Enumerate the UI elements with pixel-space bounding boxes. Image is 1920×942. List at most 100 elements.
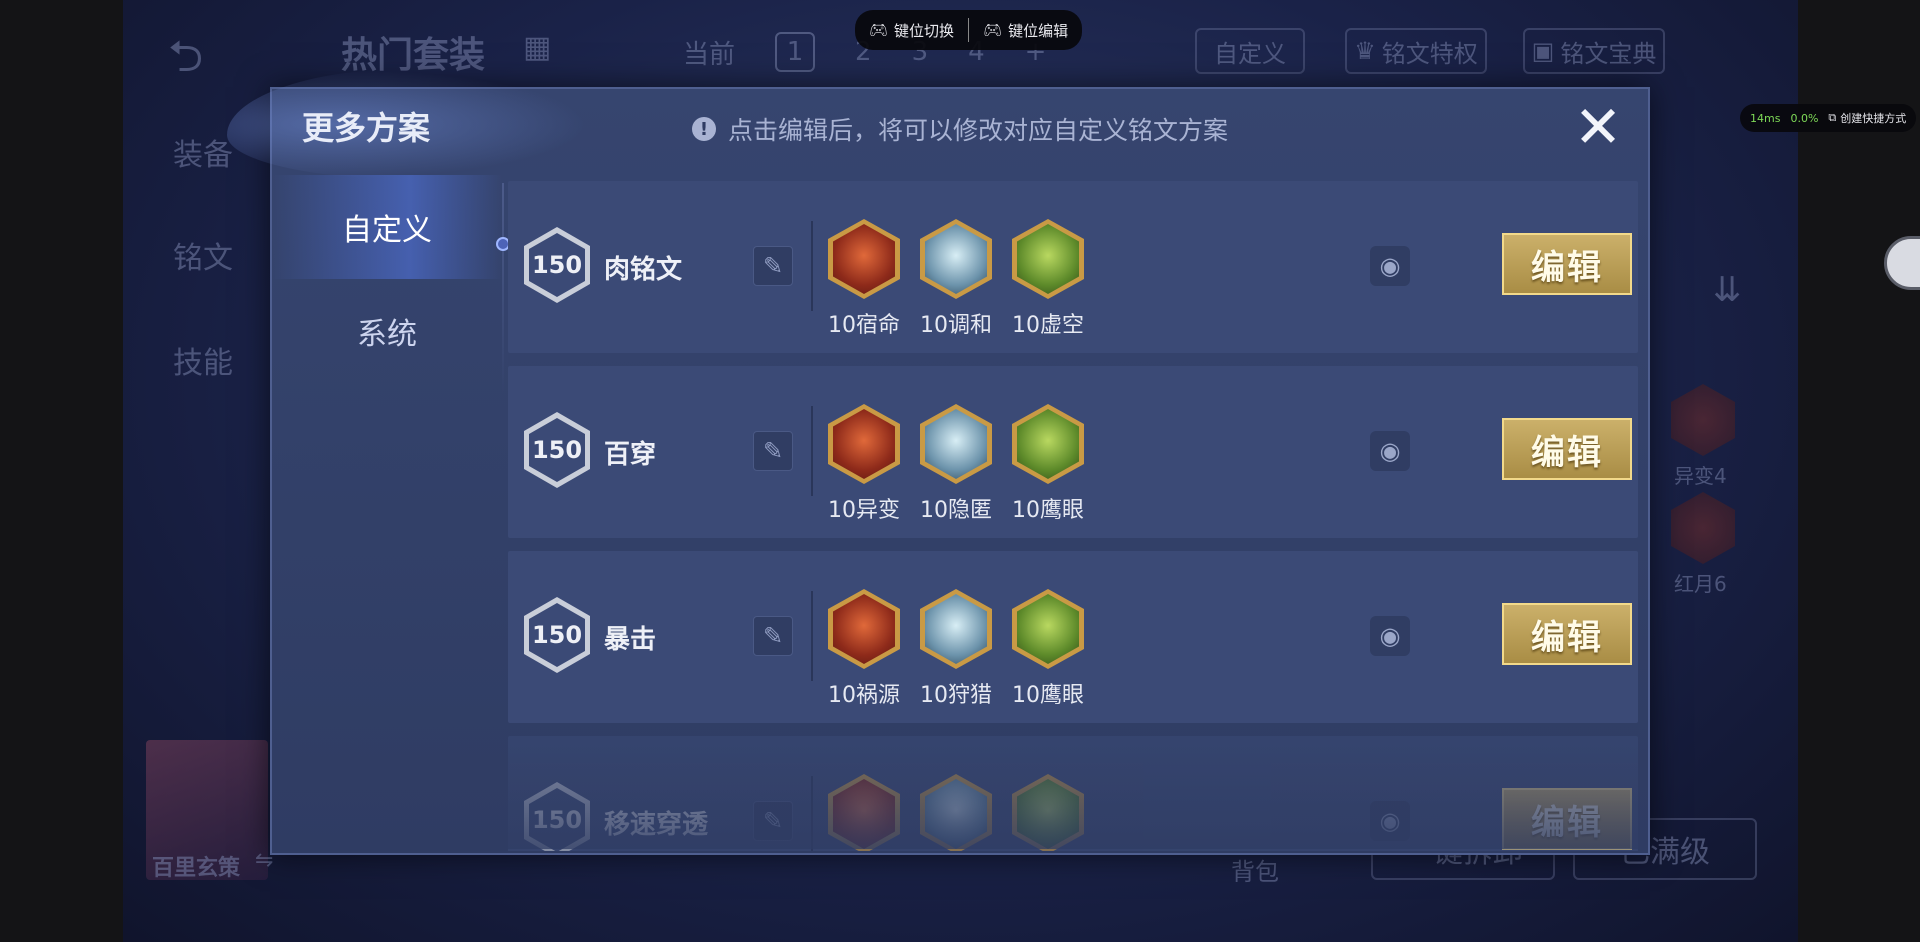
- red-rune-icon: [828, 774, 900, 851]
- privilege-label: 铭文特权: [1381, 39, 1478, 68]
- bag-label[interactable]: 背包: [1231, 852, 1279, 887]
- preview-eye-icon[interactable]: ◉: [1370, 246, 1410, 286]
- rename-pencil-icon[interactable]: ✎: [753, 801, 793, 841]
- loss-value: 0.0%: [1790, 111, 1819, 125]
- latency-value: 14ms: [1750, 111, 1781, 125]
- codex-icon: ▣: [1531, 37, 1555, 65]
- current-label: 当前: [683, 39, 736, 70]
- plan-list[interactable]: 150 肉铭文 ✎ 10宿命 10调和 10虚空 ◉ 编辑 150 百穿 ✎ 1…: [508, 181, 1638, 851]
- rune-label: 10鹰眼: [1012, 498, 1084, 523]
- preview-eye-icon[interactable]: ◉: [1370, 616, 1410, 656]
- rune-face: [925, 594, 987, 664]
- edit-button[interactable]: 编辑: [1502, 603, 1632, 665]
- plan-row: 150 百穿 ✎ 10异变 10隐匿 10鹰眼 ◉ 编辑: [508, 366, 1638, 538]
- edit-button[interactable]: 编辑: [1502, 788, 1632, 850]
- red-rune-icon: [828, 589, 900, 669]
- level-badge: 150: [524, 412, 590, 488]
- red-rune-icon: [828, 404, 900, 484]
- scroll-down-icon[interactable]: ⇊: [1713, 270, 1742, 310]
- more-plans-modal: 更多方案 ! 点击编辑后，将可以修改对应自定义铭文方案 ✕ 自定义 系统 150…: [227, 69, 1650, 855]
- level-value: 150: [529, 233, 585, 297]
- rune-label: 10隐匿: [920, 498, 992, 523]
- plan-name: 肉铭文: [604, 255, 683, 285]
- row-divider: [811, 591, 813, 681]
- modal-hint: ! 点击编辑后，将可以修改对应自定义铭文方案: [692, 111, 1228, 147]
- rune-face: [1017, 409, 1079, 479]
- plan-name: 移速穿透: [604, 810, 709, 840]
- key-switch-button[interactable]: 🎮︎ 键位切换: [869, 20, 954, 41]
- rune-face: [925, 409, 987, 479]
- edit-button[interactable]: 编辑: [1502, 418, 1632, 480]
- grid-icon[interactable]: ▦: [523, 30, 551, 65]
- emulator-toolbar: 🎮︎ 键位切换 🎮︎ 键位编辑: [855, 10, 1083, 50]
- rune-face: [1017, 594, 1079, 664]
- key-switch-label: 键位切换: [894, 21, 955, 40]
- gamepad-icon: 🎮︎: [983, 21, 1003, 39]
- codex-label: 铭文宝典: [1560, 39, 1657, 68]
- performance-bar: 14ms 0.0% ⧉ 创建快捷方式: [1740, 104, 1917, 132]
- green-rune-icon: [1012, 219, 1084, 299]
- modal-title: 更多方案: [302, 109, 431, 147]
- bg-rune-icon: [1671, 384, 1735, 456]
- tab-custom[interactable]: 自定义: [272, 175, 502, 279]
- plan-row: 150 移速穿透 ✎ ◉ 编辑: [508, 736, 1638, 851]
- side-handle-icon[interactable]: [1884, 236, 1920, 290]
- plan-row: 150 暴击 ✎ 10祸源 10狩猎 10鹰眼 ◉ 编辑: [508, 551, 1638, 723]
- rune-label: 10调和: [920, 313, 992, 338]
- slot-1[interactable]: 1: [775, 32, 816, 72]
- level-value: 150: [529, 788, 585, 851]
- rune-privilege-button[interactable]: ♛ 铭文特权: [1345, 28, 1487, 74]
- tab-system[interactable]: 系统: [272, 279, 502, 383]
- row-divider: [811, 406, 813, 496]
- green-rune-icon: [1012, 774, 1084, 851]
- preview-eye-icon[interactable]: ◉: [1370, 801, 1410, 841]
- create-shortcut-button[interactable]: ⧉ 创建快捷方式: [1828, 110, 1906, 126]
- row-divider: [811, 776, 813, 851]
- nav-rune[interactable]: 铭文: [173, 233, 233, 277]
- preview-eye-icon[interactable]: ◉: [1370, 431, 1410, 471]
- green-rune-icon: [1012, 589, 1084, 669]
- bg-custom-button[interactable]: 自定义: [1195, 28, 1305, 74]
- info-icon: !: [692, 117, 716, 141]
- key-edit-button[interactable]: 🎮︎ 键位编辑: [983, 20, 1068, 41]
- edit-button[interactable]: 编辑: [1502, 233, 1632, 295]
- rename-pencil-icon[interactable]: ✎: [753, 616, 793, 656]
- gamepad-icon: 🎮︎: [869, 21, 889, 39]
- blue-rune-icon: [920, 219, 992, 299]
- rune-label: 10虚空: [1012, 313, 1084, 338]
- shortcut-icon: ⧉: [1828, 111, 1837, 124]
- rune-face: [1017, 224, 1079, 294]
- green-rune-icon: [1012, 404, 1084, 484]
- nav-equipment[interactable]: 装备: [173, 130, 233, 174]
- level-value: 150: [529, 418, 585, 482]
- nav-skill[interactable]: 技能: [173, 338, 233, 382]
- shortcut-label: 创建快捷方式: [1840, 112, 1907, 125]
- rune-face: [925, 224, 987, 294]
- blue-rune-icon: [920, 404, 992, 484]
- privilege-icon: ♛: [1354, 37, 1376, 65]
- rune-face: [833, 779, 895, 849]
- plan-row: 150 肉铭文 ✎ 10宿命 10调和 10虚空 ◉ 编辑: [508, 181, 1638, 353]
- hint-text: 点击编辑后，将可以修改对应自定义铭文方案: [728, 116, 1229, 145]
- rename-pencil-icon[interactable]: ✎: [753, 246, 793, 286]
- rune-face: [925, 779, 987, 849]
- back-arrow-icon[interactable]: ⮌: [168, 24, 203, 99]
- toolbar-divider: [968, 18, 970, 42]
- plan-category-nav: 自定义 系统: [272, 175, 502, 383]
- bg-rune-label-1: 异变4: [1674, 464, 1727, 488]
- bg-rune-icon: [1671, 492, 1735, 564]
- rune-face: [833, 224, 895, 294]
- rune-face: [833, 409, 895, 479]
- rune-label: 10宿命: [828, 313, 900, 338]
- rune-label: 10祸源: [828, 683, 900, 708]
- game-screen: ⮌ 热门套装 ▦ 当前 1 2 3 4 + 自定义 ♛ 铭文特权 ▣ 铭文宝典 装备…: [123, 0, 1798, 942]
- rune-label: 10异变: [828, 498, 900, 523]
- rune-face: [1017, 779, 1079, 849]
- level-badge: 150: [524, 597, 590, 673]
- rune-face: [833, 594, 895, 664]
- close-button[interactable]: ✕: [1570, 98, 1626, 156]
- rune-codex-button[interactable]: ▣ 铭文宝典: [1523, 28, 1665, 74]
- rune-label: 10鹰眼: [1012, 683, 1084, 708]
- bg-custom-label: 自定义: [1214, 39, 1286, 68]
- rename-pencil-icon[interactable]: ✎: [753, 431, 793, 471]
